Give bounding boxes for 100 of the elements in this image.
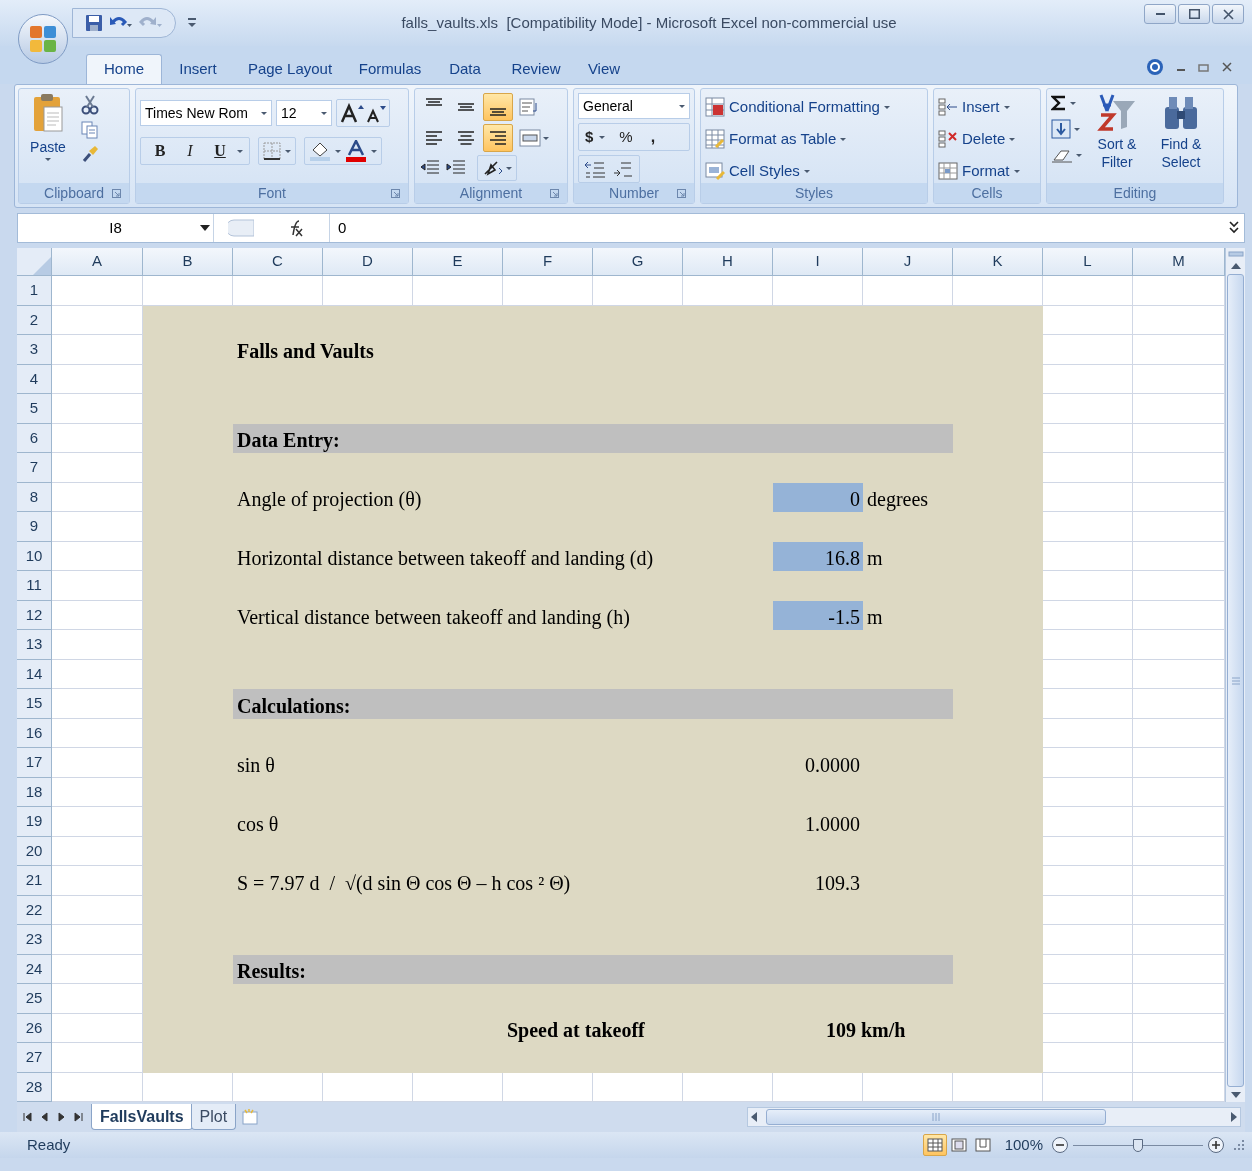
split-handle-icon[interactable] xyxy=(1226,249,1245,259)
ribbon-tab[interactable]: Page Layout xyxy=(234,54,346,84)
orientation-icon[interactable] xyxy=(482,158,504,178)
row-header[interactable]: 24 xyxy=(17,954,52,984)
row-header[interactable]: 25 xyxy=(17,984,52,1014)
row-header[interactable]: 1 xyxy=(17,276,52,306)
column-header[interactable]: D xyxy=(323,248,413,276)
find-select-button[interactable]: Find & Select xyxy=(1152,93,1210,183)
cells-menu-button[interactable]: Format xyxy=(938,159,1020,183)
row-header[interactable]: 12 xyxy=(17,600,52,630)
ribbon-tab[interactable]: Data xyxy=(434,54,496,84)
customize-toolbar-icon[interactable] xyxy=(188,18,196,28)
input-cell[interactable]: -1.5 xyxy=(773,600,863,630)
row-header[interactable]: 3 xyxy=(17,335,52,365)
minimize-button[interactable] xyxy=(1144,4,1176,24)
cells-menu-button[interactable]: Delete xyxy=(938,127,1020,151)
scroll-thumb[interactable] xyxy=(1227,274,1244,1087)
last-sheet-icon[interactable] xyxy=(74,1112,83,1122)
column-header[interactable]: I xyxy=(773,248,863,276)
vertical-scrollbar[interactable] xyxy=(1225,248,1245,1102)
ribbon-tab[interactable]: Home xyxy=(86,54,162,84)
maximize-button[interactable] xyxy=(1178,4,1210,24)
row-header[interactable]: 5 xyxy=(17,394,52,424)
shrink-font-icon[interactable] xyxy=(366,103,386,123)
row-header[interactable]: 8 xyxy=(17,482,52,512)
sheet-tab[interactable]: Plot xyxy=(190,1104,237,1130)
cells-menu-button[interactable]: Insert xyxy=(938,95,1020,119)
brush-icon[interactable] xyxy=(81,145,99,163)
styles-menu-button[interactable]: Conditional Formatting xyxy=(705,95,890,119)
column-header[interactable]: G xyxy=(593,248,683,276)
number-format-dropdown[interactable]: General xyxy=(578,93,690,119)
align-right-button[interactable] xyxy=(483,124,513,152)
row-header[interactable]: 27 xyxy=(17,1043,52,1073)
font-size-dropdown[interactable]: 12 xyxy=(276,100,332,126)
borders-icon[interactable] xyxy=(263,142,281,160)
bottom-align-button[interactable] xyxy=(483,93,513,121)
bold-button[interactable]: B xyxy=(147,139,173,163)
input-cell[interactable]: 16.8 xyxy=(773,541,863,571)
decrease-decimal-icon[interactable] xyxy=(611,159,635,179)
column-header[interactable]: M xyxy=(1133,248,1225,276)
ribbon-tab[interactable]: Formulas xyxy=(346,54,434,84)
paste-button[interactable]: Paste xyxy=(23,93,73,183)
underline-button[interactable]: U xyxy=(207,139,233,163)
currency-button[interactable]: $ xyxy=(585,125,606,149)
previous-sheet-icon[interactable] xyxy=(40,1112,49,1122)
column-header[interactable]: H xyxy=(683,248,773,276)
ribbon-tab[interactable]: View xyxy=(576,54,632,84)
column-header[interactable]: C xyxy=(233,248,323,276)
input-cell[interactable]: 0 xyxy=(773,482,863,512)
dialog-launcher-icon[interactable] xyxy=(677,188,686,198)
grow-font-icon[interactable] xyxy=(340,103,364,123)
fill-color-icon[interactable] xyxy=(309,141,331,161)
restore-icon[interactable] xyxy=(1198,62,1210,72)
slider-thumb[interactable] xyxy=(1133,1139,1143,1152)
percent-button[interactable]: % xyxy=(619,125,633,149)
row-header[interactable]: 13 xyxy=(17,630,52,660)
save-icon[interactable] xyxy=(85,14,103,32)
column-header[interactable]: A xyxy=(52,248,143,276)
row-header[interactable]: 17 xyxy=(17,748,52,778)
row-header[interactable]: 14 xyxy=(17,659,52,689)
dialog-launcher-icon[interactable] xyxy=(391,188,400,198)
horizontal-scrollbar[interactable] xyxy=(747,1107,1241,1127)
row-header[interactable]: 6 xyxy=(17,423,52,453)
merge-cells-icon[interactable] xyxy=(519,128,541,148)
fill-down-icon[interactable] xyxy=(1051,119,1071,139)
font-color-icon[interactable] xyxy=(345,140,367,162)
column-header[interactable]: B xyxy=(143,248,233,276)
font-name-dropdown[interactable]: Times New Rom xyxy=(140,100,272,126)
increase-decimal-icon[interactable] xyxy=(583,159,607,179)
zoom-slider[interactable] xyxy=(1073,1138,1203,1152)
dialog-launcher-icon[interactable] xyxy=(112,188,121,198)
scissors-icon[interactable] xyxy=(81,95,99,115)
sort-filter-button[interactable]: Sort & Filter xyxy=(1088,93,1146,183)
row-header[interactable]: 21 xyxy=(17,866,52,896)
next-sheet-icon[interactable] xyxy=(57,1112,66,1122)
scroll-thumb[interactable] xyxy=(766,1109,1106,1125)
row-header[interactable]: 20 xyxy=(17,836,52,866)
eraser-icon[interactable] xyxy=(1051,147,1073,163)
column-header[interactable]: J xyxy=(863,248,953,276)
row-header[interactable]: 16 xyxy=(17,718,52,748)
row-header[interactable]: 11 xyxy=(17,571,52,601)
column-header[interactable]: E xyxy=(413,248,503,276)
column-header[interactable]: L xyxy=(1043,248,1133,276)
row-header[interactable]: 26 xyxy=(17,1013,52,1043)
row-header[interactable]: 18 xyxy=(17,777,52,807)
ribbon-tab[interactable]: Review xyxy=(496,54,576,84)
zoom-in-icon[interactable] xyxy=(1207,1136,1225,1154)
normal-view-button[interactable] xyxy=(922,1134,947,1156)
zoom-level[interactable]: 100% xyxy=(1004,1133,1043,1157)
row-header[interactable]: 28 xyxy=(17,1072,52,1102)
column-header[interactable]: F xyxy=(503,248,593,276)
row-header[interactable]: 4 xyxy=(17,364,52,394)
italic-button[interactable]: I xyxy=(177,139,203,163)
close-button[interactable] xyxy=(1212,4,1244,24)
first-sheet-icon[interactable] xyxy=(23,1112,32,1122)
zoom-out-icon[interactable] xyxy=(1051,1136,1069,1154)
column-header[interactable]: K xyxy=(953,248,1043,276)
close-icon[interactable] xyxy=(1222,62,1232,72)
sum-icon[interactable] xyxy=(1051,95,1067,111)
help-icon[interactable] xyxy=(1146,58,1164,76)
